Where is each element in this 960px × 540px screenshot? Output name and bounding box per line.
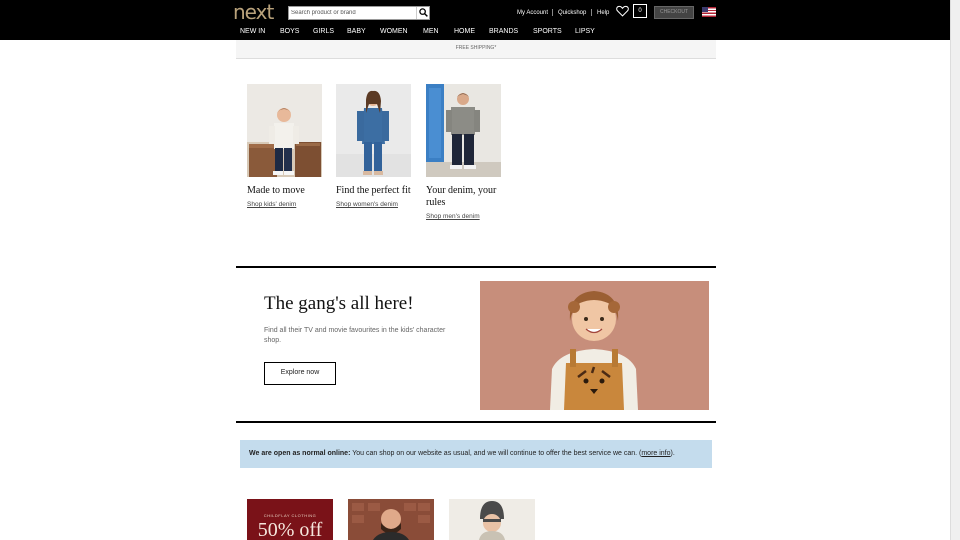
- search-box: [288, 6, 430, 20]
- shop-kids-denim-link[interactable]: Shop kids' denim: [247, 201, 322, 208]
- shop-mens-denim-link[interactable]: Shop men's denim: [426, 213, 501, 220]
- nav-men[interactable]: MEN: [423, 24, 439, 40]
- us-flag-icon[interactable]: [702, 7, 716, 17]
- nav-baby[interactable]: BABY: [347, 24, 366, 40]
- nav-new-in[interactable]: NEW IN: [240, 24, 265, 40]
- search-icon: [419, 8, 428, 17]
- nav-home[interactable]: HOME: [454, 24, 475, 40]
- kids-denim-image[interactable]: [247, 84, 322, 177]
- section-divider: [236, 421, 716, 423]
- sale-promo-tile[interactable]: CHILDFLAY CLOTHING 50% off: [247, 499, 333, 540]
- nav-girls[interactable]: GIRLS: [313, 24, 334, 40]
- hero-title: The gang's all here!: [264, 293, 414, 314]
- nav-brands[interactable]: BRANDS: [489, 24, 518, 40]
- nav-boys[interactable]: BOYS: [280, 24, 299, 40]
- main-navigation: NEW IN BOYS GIRLS BABY WOMEN MEN HOME BR…: [0, 24, 950, 40]
- tile-title: Your denim, your rules: [426, 185, 497, 208]
- bag-count: 0: [638, 8, 642, 14]
- notice-end: ).: [670, 450, 675, 457]
- notice-text: You can shop on our website as usual, an…: [350, 450, 642, 457]
- next-logo[interactable]: next: [233, 0, 274, 24]
- favourites-heart-icon[interactable]: [616, 5, 629, 17]
- tile-title: Made to move: [247, 185, 305, 196]
- section-divider: [236, 266, 716, 268]
- sale-small-text: CHILDFLAY CLOTHING: [263, 513, 317, 518]
- explore-now-button[interactable]: Explore now: [264, 362, 336, 385]
- womens-denim-image[interactable]: [336, 84, 411, 177]
- help-link[interactable]: Help: [597, 0, 609, 24]
- shop-womens-denim-link[interactable]: Shop women's denim: [336, 201, 411, 208]
- divider: [552, 9, 553, 16]
- search-button[interactable]: [416, 7, 429, 19]
- gift-promo-tile[interactable]: [348, 499, 434, 540]
- denim-tile-kids[interactable]: Made to move Shop kids' denim: [247, 84, 322, 208]
- my-account-link[interactable]: My Account: [517, 0, 548, 24]
- nav-lipsy[interactable]: LIPSY: [575, 24, 595, 40]
- search-input[interactable]: [291, 7, 415, 19]
- tile-title: Find the perfect fit: [336, 185, 411, 196]
- denim-tile-men[interactable]: Your denim, your rules Shop men's denim: [426, 84, 501, 220]
- character-shop-image[interactable]: [480, 281, 709, 410]
- vertical-scrollbar[interactable]: [950, 0, 960, 540]
- nav-women[interactable]: WOMEN: [380, 24, 408, 40]
- notice-heading: We are open as normal online:: [249, 450, 351, 457]
- divider: [591, 9, 592, 16]
- top-header: next My Account Quickshop Help 0 CHECKOU…: [0, 0, 950, 24]
- kids-knitwear-tile[interactable]: [449, 499, 535, 540]
- shopping-bag-icon[interactable]: 0: [633, 4, 647, 18]
- sale-big-text: 50% off: [257, 519, 323, 540]
- quickshop-link[interactable]: Quickshop: [558, 0, 586, 24]
- mens-denim-image[interactable]: [426, 84, 501, 177]
- more-info-link[interactable]: more info: [641, 450, 670, 457]
- hero-description: Find all their TV and movie favourites i…: [264, 327, 446, 344]
- checkout-button[interactable]: CHECKOUT: [654, 6, 694, 19]
- nav-sports[interactable]: SPORTS: [533, 24, 562, 40]
- open-as-normal-notice: We are open as normal online: You can sh…: [240, 440, 712, 468]
- promo-strip[interactable]: FREE SHIPPING*: [236, 40, 716, 59]
- denim-tile-women[interactable]: Find the perfect fit Shop women's denim: [336, 84, 411, 208]
